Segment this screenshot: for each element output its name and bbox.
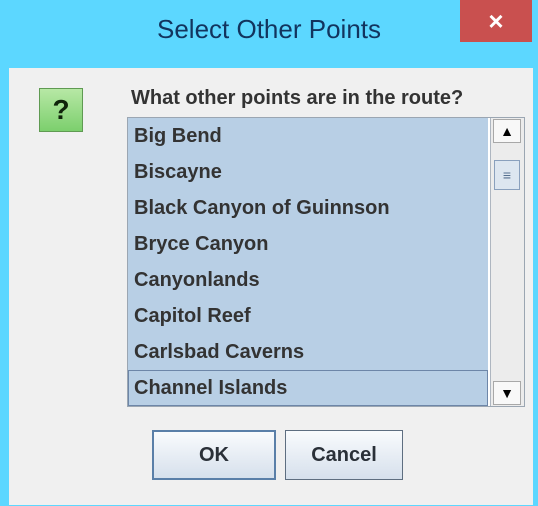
- ok-button[interactable]: OK: [152, 430, 276, 480]
- list-item[interactable]: Canyonlands: [128, 262, 488, 298]
- chevron-down-icon: ▼: [500, 385, 514, 401]
- list-item[interactable]: Capitol Reef: [128, 298, 488, 334]
- scroll-up-button[interactable]: ▲: [493, 119, 521, 143]
- list-items: Big Bend Biscayne Black Canyon of Guinns…: [128, 118, 488, 406]
- list-item[interactable]: Biscayne: [128, 154, 488, 190]
- list-item[interactable]: Bryce Canyon: [128, 226, 488, 262]
- prompt-label: What other points are in the route?: [131, 87, 464, 109]
- vertical-scrollbar[interactable]: ▲ ≡ ▼: [490, 118, 524, 406]
- close-icon: ×: [488, 5, 504, 36]
- scroll-down-button[interactable]: ▼: [493, 381, 521, 405]
- title-bar[interactable]: Select Other Points ×: [0, 0, 538, 68]
- list-item[interactable]: Carlsbad Caverns: [128, 334, 488, 370]
- grip-icon: ≡: [502, 167, 512, 183]
- scroll-thumb[interactable]: ≡: [494, 160, 520, 190]
- list-item[interactable]: Black Canyon of Guinnson: [128, 190, 488, 226]
- dialog-body: ? What other points are in the route? Bi…: [9, 68, 533, 505]
- window-title: Select Other Points: [157, 14, 381, 44]
- close-button[interactable]: ×: [460, 0, 532, 42]
- cancel-button[interactable]: Cancel: [285, 430, 403, 480]
- question-icon: ?: [39, 88, 83, 132]
- chevron-up-icon: ▲: [500, 123, 514, 139]
- list-item-selected[interactable]: Channel Islands: [128, 370, 488, 406]
- points-list[interactable]: Big Bend Biscayne Black Canyon of Guinns…: [127, 117, 525, 407]
- dialog-window: Select Other Points × ? What other point…: [0, 0, 538, 506]
- list-item[interactable]: Big Bend: [128, 118, 488, 154]
